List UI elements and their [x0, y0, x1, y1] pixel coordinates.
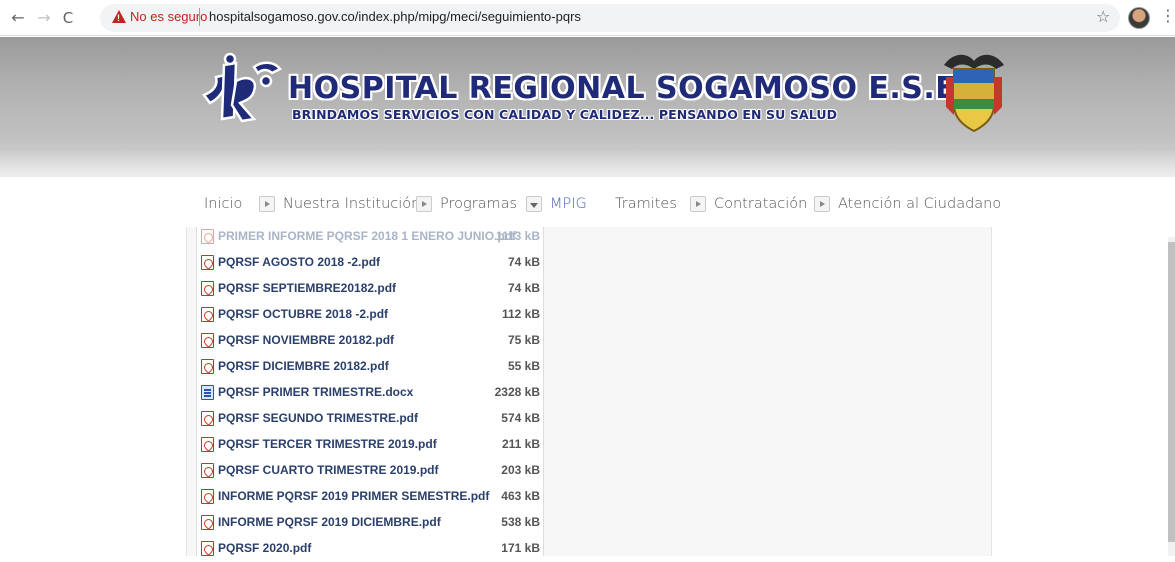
file-size: 574 kB	[501, 411, 540, 425]
colombia-coat-of-arms-icon	[944, 54, 1004, 133]
file-row[interactable]: INFORME PQRSF 2019 PRIMER SEMESTRE.pdf 4…	[196, 484, 544, 510]
file-row[interactable]: PQRSF SEGUNDO TRIMESTRE.pdf 574 kB	[196, 406, 544, 432]
file-name-link[interactable]: PQRSF CUARTO TRIMESTRE 2019.pdf	[218, 463, 438, 477]
file-name-link[interactable]: INFORME PQRSF 2019 DICIEMBRE.pdf	[218, 515, 441, 529]
file-name-link[interactable]: PQRSF DICIEMBRE 20182.pdf	[218, 359, 389, 373]
file-size: 74 kB	[507, 281, 540, 295]
hospital-title: HOSPITAL REGIONAL SOGAMOSO E.S.E	[288, 71, 957, 106]
file-size: 538 kB	[501, 515, 540, 529]
file-name-link[interactable]: PRIMER INFORME PQRSF 2018 1 ENERO JUNIO.…	[218, 229, 516, 243]
nav-item-mpig[interactable]: MPIG	[550, 196, 587, 212]
file-size: 1113 kB	[495, 229, 540, 243]
file-row[interactable]: PQRSF 2020.pdf 171 kB	[196, 536, 544, 562]
file-row[interactable]: PQRSF NOVIEMBRE 20182.pdf 75 kB	[196, 328, 544, 354]
file-name-link[interactable]: PQRSF SEPTIEMBRE20182.pdf	[218, 281, 396, 295]
pdf-file-icon	[201, 541, 214, 556]
browser-toolbar: ← → C No es seguro hospitalsogamoso.gov.…	[0, 0, 1175, 36]
file-row[interactable]: PQRSF CUARTO TRIMESTRE 2019.pdf 203 kB	[196, 458, 544, 484]
file-name-link[interactable]: PQRSF AGOSTO 2018 -2.pdf	[218, 255, 380, 269]
pdf-file-icon	[201, 229, 214, 244]
pdf-file-icon	[201, 255, 214, 270]
file-name-link[interactable]: PQRSF PRIMER TRIMESTRE.docx	[218, 385, 413, 399]
file-size: 74 kB	[507, 255, 540, 269]
browser-menu-icon[interactable]: ⋮	[1160, 6, 1175, 25]
pdf-file-icon	[201, 489, 214, 504]
file-row[interactable]: PQRSF PRIMER TRIMESTRE.docx 2328 kB	[196, 380, 544, 406]
nav-item-contratacion[interactable]: Contratación	[714, 196, 807, 212]
nav-item-programas[interactable]: Programas	[440, 196, 517, 212]
file-size: 112 kB	[501, 307, 540, 321]
nav-item-inicio[interactable]: Inicio	[204, 196, 242, 212]
file-row[interactable]: PQRSF SEPTIEMBRE20182.pdf 74 kB	[196, 276, 544, 302]
profile-avatar[interactable]	[1128, 7, 1150, 29]
forward-arrow-icon[interactable]: →	[34, 8, 54, 28]
main-navigation: Inicio Nuestra Institución Programas MPI…	[0, 186, 1175, 226]
pdf-file-icon	[201, 359, 214, 374]
file-size: 211 kB	[501, 437, 540, 451]
address-separator	[199, 8, 200, 26]
file-row[interactable]: PQRSF DICIEMBRE 20182.pdf 55 kB	[196, 354, 544, 380]
nav-item-nuestra-institucion[interactable]: Nuestra Institución	[283, 196, 420, 212]
file-name-link[interactable]: PQRSF NOVIEMBRE 20182.pdf	[218, 333, 394, 347]
file-row[interactable]: PQRSF TERCER TRIMESTRE 2019.pdf 211 kB	[196, 432, 544, 458]
file-row[interactable]: PQRSF AGOSTO 2018 -2.pdf 74 kB	[196, 250, 544, 276]
pdf-file-icon	[201, 281, 214, 296]
file-size: 55 kB	[507, 359, 540, 373]
pdf-file-icon	[201, 463, 214, 478]
file-size: 2328 kB	[494, 385, 540, 399]
file-name-link[interactable]: PQRSF OCTUBRE 2018 -2.pdf	[218, 307, 388, 321]
nav-arrow-right-icon[interactable]	[690, 196, 706, 212]
pdf-file-icon	[201, 515, 214, 530]
file-row[interactable]: PQRSF OCTUBRE 2018 -2.pdf 112 kB	[196, 302, 544, 328]
site-header-banner: HOSPITAL REGIONAL SOGAMOSO E.S.E BRINDAM…	[0, 37, 1175, 177]
file-name-link[interactable]: PQRSF 2020.pdf	[218, 541, 311, 555]
bookmark-star-icon[interactable]: ☆	[1096, 7, 1110, 26]
nav-arrow-right-icon[interactable]	[814, 196, 830, 212]
page-scrollbar[interactable]	[1168, 237, 1175, 556]
pdf-file-icon	[201, 411, 214, 426]
warning-icon[interactable]	[112, 10, 126, 23]
file-row[interactable]: PRIMER INFORME PQRSF 2018 1 ENERO JUNIO.…	[196, 224, 544, 250]
nav-item-atencion-ciudadano[interactable]: Atención al Ciudadano	[838, 196, 1001, 212]
file-size: 463 kB	[501, 489, 540, 503]
file-row[interactable]: INFORME PQRSF 2019 DICIEMBRE.pdf 538 kB	[196, 510, 544, 536]
pdf-file-icon	[201, 307, 214, 322]
nav-item-tramites[interactable]: Tramites	[615, 196, 677, 212]
scrollbar-thumb[interactable]	[1168, 242, 1175, 542]
file-name-link[interactable]: INFORME PQRSF 2019 PRIMER SEMESTRE.pdf	[218, 489, 489, 503]
file-size: 171 kB	[501, 541, 540, 555]
nav-arrow-down-icon[interactable]	[526, 196, 542, 212]
file-name-link[interactable]: PQRSF SEGUNDO TRIMESTRE.pdf	[218, 411, 418, 425]
hospital-tagline: BRINDAMOS SERVICIOS CON CALIDAD Y CALIDE…	[292, 107, 838, 122]
back-arrow-icon[interactable]: ←	[8, 8, 28, 28]
nav-arrow-right-icon[interactable]	[416, 196, 432, 212]
reload-icon[interactable]: C	[58, 8, 78, 28]
pdf-file-icon	[201, 437, 214, 452]
file-name-link[interactable]: PQRSF TERCER TRIMESTRE 2019.pdf	[218, 437, 437, 451]
file-size: 203 kB	[501, 463, 540, 477]
url-text[interactable]: hospitalsogamoso.gov.co/index.php/mipg/m…	[209, 9, 581, 24]
word-file-icon	[201, 385, 214, 400]
nav-arrow-right-icon[interactable]	[259, 196, 275, 212]
pdf-file-icon	[201, 333, 214, 348]
file-size: 75 kB	[507, 333, 540, 347]
security-indicator[interactable]: No es seguro	[130, 9, 207, 24]
hrs-logo-icon[interactable]	[196, 51, 284, 127]
